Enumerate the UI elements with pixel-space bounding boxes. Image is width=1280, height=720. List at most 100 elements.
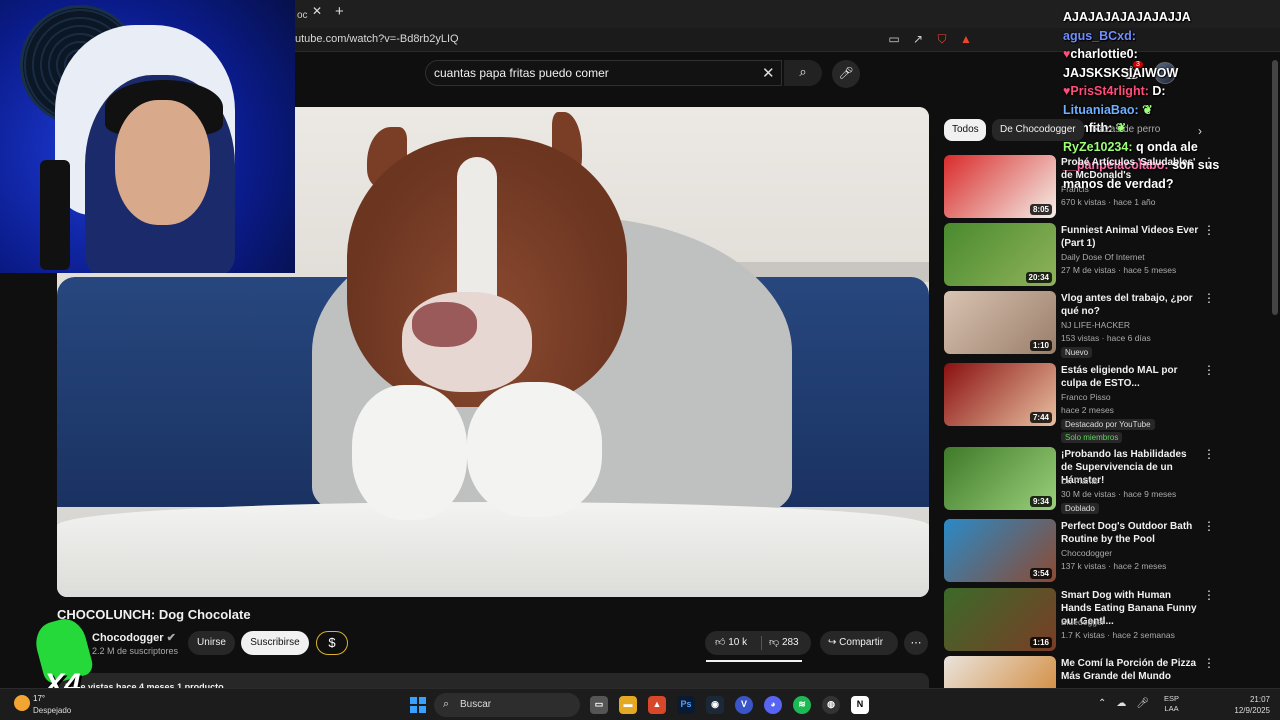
recommendation-badge: Destacado por YouTube: [1061, 419, 1155, 430]
recommendation-item[interactable]: 1:16 Smart Dog with Human Hands Eating Ba…: [944, 588, 1220, 652]
task-view-icon[interactable]: ▭: [590, 696, 608, 714]
recommendation-meta: 670 k vistas · hace 1 año: [1061, 197, 1156, 207]
spotify-icon[interactable]: ≋: [793, 696, 811, 714]
share-icon[interactable]: ↗: [911, 32, 925, 47]
cloud-icon[interactable]: ☁: [1116, 698, 1126, 709]
recommendation-channel[interactable]: Franco Pisso: [1061, 392, 1111, 402]
recommendation-channel[interactable]: Dr. Plants: [1061, 476, 1098, 486]
recommendation-channel[interactable]: NJ LIFE-HACKER: [1061, 320, 1130, 330]
kebab-menu-icon[interactable]: ⋮: [1203, 519, 1215, 533]
recommendation-title[interactable]: Funniest Animal Videos Ever (Part 1): [1061, 224, 1201, 250]
recommendation-title[interactable]: Probé Artículos 'Saludables' de McDonald…: [1061, 156, 1201, 182]
more-actions-button[interactable]: ⋯: [904, 631, 928, 655]
channel-name-text[interactable]: Chocodogger: [92, 632, 164, 644]
clear-search-icon[interactable]: ✕: [762, 64, 775, 82]
chat-username: charlottie0:: [1070, 47, 1138, 61]
share-button[interactable]: ↪ Compartir: [820, 631, 898, 655]
recommendation-channel[interactable]: Francis: [1061, 184, 1089, 194]
new-tab-icon[interactable]: +: [335, 3, 344, 20]
vpn-icon[interactable]: V: [735, 696, 753, 714]
kebab-menu-icon[interactable]: ⋮: [1203, 656, 1215, 670]
recommendation-title[interactable]: Vlog antes del trabajo, ¿por qué no?: [1061, 292, 1201, 318]
subscriber-count: 2.2 M de suscriptores: [92, 646, 179, 656]
recommendation-item[interactable]: 8:05 Probé Artículos 'Saludables' de McDo…: [944, 155, 1220, 219]
kebab-menu-icon[interactable]: ⋮: [1203, 223, 1215, 237]
discord-icon[interactable]: ◕: [764, 696, 782, 714]
join-button[interactable]: Unirse: [188, 631, 235, 655]
video-duration: 3:54: [1029, 568, 1052, 579]
kebab-menu-icon[interactable]: ⋮: [1203, 291, 1215, 305]
recommendation-channel[interactable]: Chocodogger: [1061, 548, 1112, 558]
recommendation-item[interactable]: 7:44 Estás eligiendo MAL por culpa de EST…: [944, 363, 1220, 443]
taskbar-clock[interactable]: 21:07 12/9/2025: [1230, 694, 1270, 716]
taskbar-apps: ▭ ▬ ▲ Ps ◉ V ◕ ≋ ◍ N: [590, 696, 869, 714]
recommendation-title[interactable]: Estás eligiendo MAL por culpa de ESTO...: [1061, 364, 1201, 390]
shield-icon[interactable]: ⛉: [935, 32, 949, 47]
mic-icon[interactable]: 🎤︎: [1136, 698, 1149, 709]
kebab-menu-icon[interactable]: ⋮: [1203, 588, 1215, 602]
chip-channel[interactable]: De Chocodogger: [992, 119, 1084, 141]
video-frame-table: [57, 502, 929, 597]
recommendation-meta: 137 k vistas · hace 2 meses: [1061, 561, 1167, 571]
dislike-button[interactable]: 👎︎ 283: [769, 636, 799, 648]
taskbar-search[interactable]: ⌕ Buscar: [434, 693, 580, 717]
recommendation-meta: 153 vistas · hace 6 días: [1061, 333, 1151, 343]
video-frame-nose: [412, 302, 477, 347]
recommendation-item[interactable]: 1:10 Vlog antes del trabajo, ¿por qué no?…: [944, 291, 1220, 358]
voice-search-button[interactable]: 🎤︎: [832, 60, 860, 88]
clock-date: 12/9/2025: [1234, 706, 1270, 715]
video-thumbnail[interactable]: 3:54: [944, 519, 1056, 582]
kebab-menu-icon[interactable]: ⋮: [1203, 363, 1215, 377]
chevron-up-icon[interactable]: ⌃: [1098, 698, 1106, 709]
kebab-menu-icon[interactable]: ⋮: [1203, 155, 1215, 169]
channel-name[interactable]: Chocodogger ✔: [92, 631, 176, 644]
recommendation-channel[interactable]: Bluedogger: [1061, 617, 1104, 627]
video-thumbnail[interactable]: 9:34: [944, 447, 1056, 510]
file-explorer-icon[interactable]: ▬: [619, 696, 637, 714]
language-code: ESP: [1164, 694, 1180, 703]
photoshop-icon[interactable]: Ps: [677, 696, 695, 714]
chat-username: agus_BCxd:: [1063, 28, 1136, 43]
search-query[interactable]: cuantas papa fritas puedo comer: [434, 66, 609, 80]
weather-icon[interactable]: [14, 695, 30, 711]
page-scrollbar[interactable]: [1272, 60, 1278, 685]
recommendation-badge: Doblado: [1061, 503, 1099, 514]
search-button[interactable]: ⌕: [784, 60, 822, 86]
like-button[interactable]: 👍︎ 10 k: [715, 636, 747, 648]
steam-icon[interactable]: ◉: [706, 696, 724, 714]
video-thumbnail[interactable]: 7:44: [944, 363, 1056, 426]
video-thumbnail[interactable]: 8:05: [944, 155, 1056, 218]
brave-browser-icon[interactable]: ▲: [648, 696, 666, 714]
thanks-button[interactable]: $: [316, 631, 348, 655]
scroll-thumb[interactable]: [1272, 60, 1278, 315]
subscribe-button[interactable]: Suscribirse: [241, 631, 309, 655]
rewards-icon[interactable]: ▲: [959, 32, 973, 47]
cast-icon[interactable]: ▭: [887, 32, 901, 47]
video-frame-glove: [352, 385, 467, 520]
chevron-right-icon[interactable]: ›: [1190, 119, 1210, 141]
chip-all[interactable]: Todos: [944, 119, 986, 141]
members-only-badge: Solo miembros: [1061, 432, 1123, 443]
recommendation-title[interactable]: Me Comí la Porción de Pizza Más Grande d…: [1061, 657, 1201, 683]
obs-icon[interactable]: ◍: [822, 696, 840, 714]
url-text[interactable]: utube.com/watch?v=-Bd8rb2yLIQ: [295, 33, 459, 45]
recommendation-item[interactable]: 20:34 Funniest Animal Videos Ever (Part 1…: [944, 223, 1220, 287]
recommendation-channel[interactable]: Daily Dose Of Internet: [1061, 252, 1145, 262]
language-indicator[interactable]: ESP LAA: [1164, 694, 1179, 714]
video-thumbnail[interactable]: 1:10: [944, 291, 1056, 354]
video-thumbnail[interactable]: 20:34: [944, 223, 1056, 286]
notion-icon[interactable]: N: [851, 696, 869, 714]
chip-related[interactable]: Razas de perro: [1084, 119, 1168, 141]
search-input[interactable]: cuantas papa fritas puedo comer ✕: [425, 60, 782, 86]
recommendation-item[interactable]: 3:54 Perfect Dog's Outdoor Bath Routine b…: [944, 519, 1220, 583]
chat-text: JAJSKSKSIAIWOW: [1063, 65, 1179, 80]
recommendation-title[interactable]: Perfect Dog's Outdoor Bath Routine by th…: [1061, 520, 1201, 546]
kebab-menu-icon[interactable]: ⋮: [1203, 447, 1215, 461]
video-thumbnail[interactable]: 1:16: [944, 588, 1056, 651]
tab-close-icon[interactable]: ✕: [312, 4, 322, 18]
windows-start-icon[interactable]: [410, 697, 426, 713]
clock-time: 21:07: [1249, 695, 1270, 704]
system-tray: ⌃ ☁ 🎤︎: [1098, 698, 1149, 709]
recommendation-item[interactable]: 9:34 ¡Probando las Habilidades de Supervi…: [944, 447, 1220, 514]
leaf-icon: ❦: [1142, 102, 1153, 117]
